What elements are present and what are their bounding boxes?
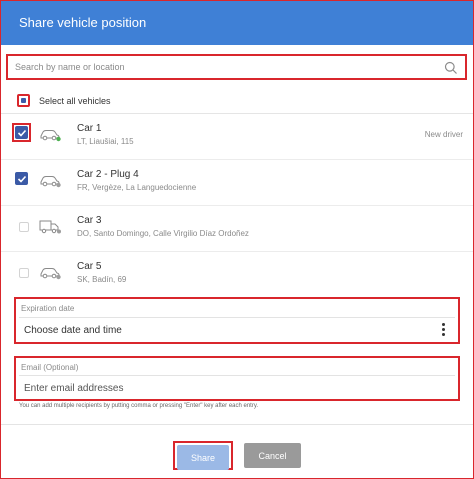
email-label: Email (Optional) bbox=[21, 363, 79, 372]
divider bbox=[19, 317, 455, 318]
more-options-icon[interactable] bbox=[442, 323, 446, 337]
checkmark-icon bbox=[17, 129, 27, 137]
cancel-button[interactable]: Cancel bbox=[244, 443, 301, 468]
dialog-header: Share vehicle position bbox=[1, 1, 473, 45]
vehicle-checkbox-car-1[interactable] bbox=[12, 123, 33, 144]
vehicle-checkbox-car-5[interactable] bbox=[15, 264, 33, 282]
unchecked-box[interactable] bbox=[19, 268, 29, 278]
checkmark-icon bbox=[17, 175, 27, 183]
car-icon bbox=[40, 130, 61, 142]
vehicle-location: DO, Santo Domingo, Calle Virgilio Díaz O… bbox=[77, 229, 249, 238]
vehicle-checkbox-car-3[interactable] bbox=[15, 218, 33, 236]
status-dot-icon bbox=[57, 229, 61, 234]
unchecked-box[interactable] bbox=[19, 222, 29, 232]
status-dot-icon bbox=[56, 136, 61, 142]
share-button-highlight: Share bbox=[173, 441, 233, 470]
share-button[interactable]: Share bbox=[177, 445, 229, 470]
expiration-label: Expiration date bbox=[21, 304, 75, 313]
vehicle-name: Car 1 bbox=[77, 123, 102, 134]
expiration-value[interactable]: Choose date and time bbox=[24, 325, 122, 336]
car-icon bbox=[40, 268, 61, 280]
car-icon bbox=[40, 176, 61, 188]
truck-icon bbox=[39, 220, 61, 234]
driver-badge: New driver bbox=[424, 130, 463, 139]
vehicle-row-car-2[interactable]: Car 2 - Plug 4 FR, Vergèze, La Languedoc… bbox=[1, 160, 473, 206]
select-all-row[interactable]: Select all vehicles bbox=[17, 94, 217, 110]
expiration-date-field[interactable]: Expiration date Choose date and time bbox=[14, 297, 460, 344]
vehicle-name: Car 5 bbox=[77, 261, 102, 272]
email-field[interactable] bbox=[24, 379, 444, 397]
status-dot-icon bbox=[56, 182, 61, 188]
email-field-group: Email (Optional) bbox=[14, 356, 460, 401]
indeterminate-mark bbox=[21, 98, 26, 103]
vehicle-list[interactable]: Car 1 LT, Liaušiai, 115 New driver Car 2… bbox=[1, 113, 473, 283]
vehicle-name: Car 3 bbox=[77, 215, 102, 226]
vehicle-row-car-3[interactable]: Car 3 DO, Santo Domingo, Calle Virgilio … bbox=[1, 206, 473, 252]
vehicle-row-car-1[interactable]: Car 1 LT, Liaušiai, 115 New driver bbox=[1, 114, 473, 160]
search-box bbox=[6, 54, 467, 80]
checked-box[interactable] bbox=[15, 126, 28, 139]
status-dot-icon bbox=[56, 274, 61, 280]
vehicle-location: SK, Badín, 69 bbox=[77, 275, 127, 283]
search-icon[interactable] bbox=[444, 61, 458, 75]
dialog-title: Share vehicle position bbox=[19, 15, 147, 30]
vehicle-name: Car 2 - Plug 4 bbox=[77, 169, 139, 180]
checked-box[interactable] bbox=[15, 172, 28, 185]
share-vehicle-dialog: Share vehicle position Select all vehicl… bbox=[0, 0, 474, 479]
email-hint: You can add multiple recipients by putti… bbox=[19, 403, 259, 409]
select-all-label: Select all vehicles bbox=[39, 96, 111, 106]
search-input[interactable] bbox=[8, 56, 465, 78]
vehicle-row-car-5[interactable]: Car 5 SK, Badín, 69 bbox=[1, 252, 473, 283]
vehicle-location: FR, Vergèze, La Languedocienne bbox=[77, 183, 197, 192]
vehicle-checkbox-car-2[interactable] bbox=[15, 172, 33, 190]
vehicle-location: LT, Liaušiai, 115 bbox=[77, 137, 134, 146]
divider bbox=[19, 375, 455, 376]
select-all-checkbox[interactable] bbox=[17, 94, 30, 107]
footer-divider bbox=[1, 424, 473, 425]
